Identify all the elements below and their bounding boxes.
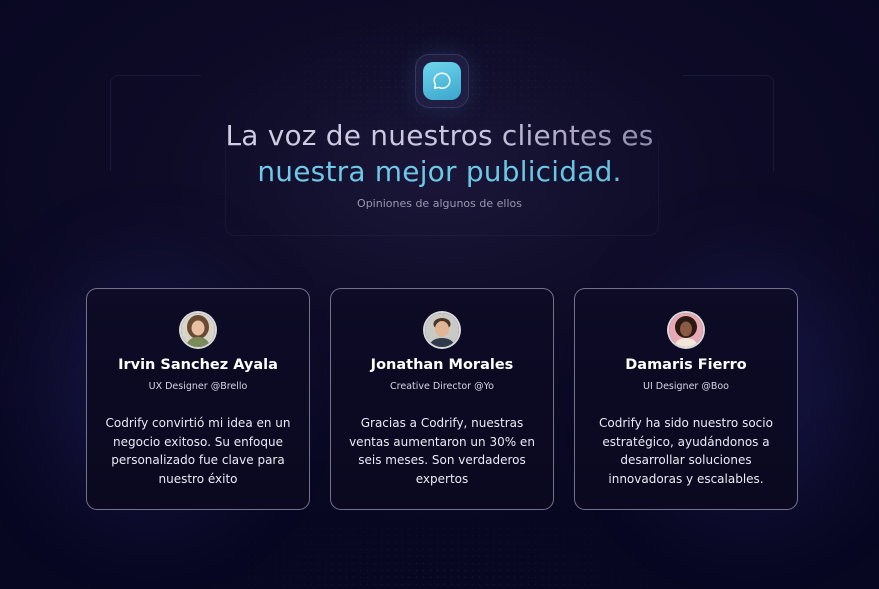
chat-badge [415,54,469,108]
headline-line-2: nuestra mejor publicidad. [0,154,879,190]
testimonial-card: Irvin Sanchez Ayala UX Designer @Brello … [86,288,310,510]
testimonial-name: Irvin Sanchez Ayala [118,357,278,373]
testimonial-quote: Codrify convirtió mi idea en un negocio … [105,416,291,486]
page-title: La voz de nuestros clientes es nuestra m… [0,118,879,190]
avatar [425,313,459,347]
testimonial-quote: Codrify ha sido nuestro socio estratégic… [599,416,773,486]
testimonial-role: UX Designer @Brello [148,381,248,392]
testimonial-role: UI Designer @Boo [643,381,729,392]
headline-line-1: La voz de nuestros clientes es [0,118,879,154]
testimonial-role: Creative Director @Yo [390,381,494,392]
testimonial-card: Damaris Fierro UI Designer @Boo Codrify … [574,288,798,510]
avatar [181,313,215,347]
testimonial-name: Damaris Fierro [625,357,747,373]
testimonial-card: Jonathan Morales Creative Director @Yo G… [330,288,554,510]
avatar [669,313,703,347]
chat-bubble-icon [423,62,461,100]
testimonial-name: Jonathan Morales [370,357,514,373]
page-subtitle: Opiniones de algunos de ellos [357,197,522,210]
testimonial-quote: Gracias a Codrify, nuestras ventas aumen… [349,416,535,486]
